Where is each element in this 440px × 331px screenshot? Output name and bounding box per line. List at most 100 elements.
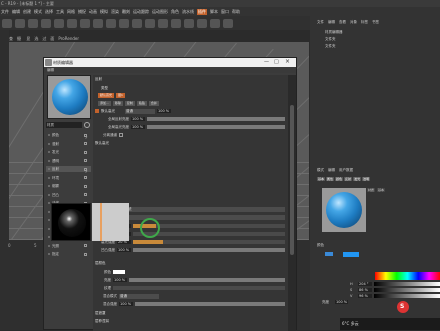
channel-checked-icon[interactable]: ✓ <box>84 133 88 140</box>
layer-op-button[interactable]: 粘贴 <box>136 101 147 106</box>
maximize-icon[interactable]: □ <box>274 59 279 65</box>
channel-item[interactable]: 透明 <box>46 158 91 164</box>
pen-icon[interactable] <box>145 18 155 28</box>
channel-checkbox[interactable] <box>84 176 87 179</box>
channel-checkbox[interactable] <box>84 193 87 196</box>
menu-item[interactable]: 工具 <box>56 9 64 15</box>
channel-checked-icon[interactable]: ✓ <box>84 167 88 174</box>
x-axis-icon[interactable] <box>67 18 77 28</box>
floor-icon[interactable] <box>197 18 207 28</box>
atten-select[interactable]: 添加 <box>113 214 285 220</box>
menu-item[interactable]: 选择 <box>45 9 53 15</box>
render-icon[interactable] <box>119 18 129 28</box>
menu-item[interactable]: 流水线 <box>182 9 194 15</box>
refresh-icon[interactable] <box>84 122 90 128</box>
channel-item[interactable]: 反射 ✓ <box>46 166 91 174</box>
light-icon[interactable] <box>223 18 233 28</box>
sep-pass-checkbox[interactable] <box>119 133 123 137</box>
layer-mode-select[interactable]: 普通 <box>125 108 155 114</box>
menu-item[interactable]: 捕捉 <box>78 9 86 15</box>
object-manager-tab[interactable]: 查看 <box>339 20 346 26</box>
spec-param-slider[interactable] <box>133 248 285 252</box>
attr-side-button[interactable]: 材质 <box>367 188 376 192</box>
undo-icon[interactable] <box>2 18 12 28</box>
color-swatch-large[interactable] <box>343 252 359 257</box>
object-row[interactable]: 文件夹 <box>325 37 336 42</box>
menu-item[interactable]: 编辑 <box>12 9 20 15</box>
channel-item[interactable]: 凹凸 <box>46 192 91 198</box>
layer-visibility-icon[interactable] <box>95 109 99 113</box>
global-reflect-value[interactable]: 100 % <box>131 117 145 121</box>
attr-side-button[interactable]: 基本 <box>377 188 386 192</box>
redo-icon[interactable] <box>15 18 25 28</box>
channel-item[interactable]: 颜色 ✓ <box>46 132 91 140</box>
color-slider-value[interactable]: 204 ° <box>358 281 372 286</box>
attr-manager-tab[interactable]: 编辑 <box>328 168 335 173</box>
menu-item[interactable]: 运动图形 <box>152 9 168 15</box>
global-spec-value[interactable]: 100 % <box>131 125 145 129</box>
move-tool-icon[interactable] <box>28 18 38 28</box>
attr-subtab[interactable]: 透明 <box>362 177 371 181</box>
render-view-icon[interactable] <box>106 18 116 28</box>
layer-value[interactable]: 100 % <box>157 109 171 113</box>
channel-checkbox[interactable] <box>84 142 87 145</box>
channel-item[interactable]: 烟雾 <box>46 183 91 189</box>
layer-op-button[interactable]: 复制 <box>124 101 135 106</box>
menu-item[interactable]: 帮助 <box>232 9 240 15</box>
layer-op-button[interactable]: 移除 <box>112 101 123 106</box>
menu-item[interactable]: 动画 <box>89 9 97 15</box>
layer-op-button[interactable]: 添加... <box>98 101 111 106</box>
channel-item[interactable]: 环境 <box>46 175 91 181</box>
layer-op-button[interactable]: 合并 <box>148 101 159 106</box>
layer-bright-slider[interactable] <box>129 278 285 282</box>
mask-section[interactable]: 层遮罩 <box>95 311 106 316</box>
channel-item[interactable]: 指定 <box>46 251 91 257</box>
layer-bright-value[interactable]: 100 % <box>113 278 127 282</box>
spec-type-select[interactable]: 高光 - 传统 <box>113 206 285 212</box>
mix-strength-slider[interactable] <box>135 302 285 306</box>
channel-item[interactable]: 发光 <box>46 149 91 155</box>
brightness-value[interactable]: 100 % <box>335 300 349 304</box>
color-slider-track[interactable] <box>374 281 440 286</box>
menu-item[interactable]: 插件 <box>197 8 207 15</box>
color-slider-value[interactable]: 96 % <box>358 293 372 298</box>
spec-param-value[interactable]: 100 % <box>117 248 131 252</box>
attr-subtab[interactable]: 发光 <box>353 177 362 181</box>
attr-subtab[interactable]: 基本 <box>317 177 326 181</box>
camera-icon[interactable] <box>210 18 220 28</box>
array-icon[interactable] <box>171 18 181 28</box>
texture-slot[interactable] <box>113 286 285 290</box>
weather-text[interactable]: 6°C 多云 <box>342 321 359 327</box>
menu-item[interactable]: 模拟 <box>100 9 108 15</box>
channel-item[interactable]: 光照 <box>46 243 91 249</box>
channel-item[interactable]: 漫射 <box>46 141 91 147</box>
y-axis-icon[interactable] <box>80 18 90 28</box>
color-slider-track[interactable] <box>374 293 440 298</box>
deformer-icon[interactable] <box>184 18 194 28</box>
menu-item[interactable]: 窗口 <box>221 9 229 15</box>
object-manager-tab[interactable]: 文件 <box>317 20 324 26</box>
fresnel-section[interactable]: 层菲涅耳 <box>95 319 109 324</box>
object-manager-tab[interactable]: 书签 <box>372 20 379 26</box>
object-manager-tab[interactable]: 编辑 <box>328 20 335 26</box>
global-spec-slider[interactable] <box>147 125 285 129</box>
attr-subtab[interactable]: 属性 <box>326 177 335 181</box>
channel-checkbox[interactable] <box>84 244 87 247</box>
cube-icon[interactable] <box>132 18 142 28</box>
z-axis-icon[interactable] <box>93 18 103 28</box>
attr-manager-tab[interactable]: 用户数据 <box>339 168 353 173</box>
channel-checkbox[interactable] <box>84 252 87 256</box>
menu-item[interactable]: 创建 <box>23 9 31 15</box>
menu-item[interactable]: 模式 <box>34 9 42 15</box>
layer-tab-default-spec[interactable]: 默认高光 <box>98 93 115 98</box>
color-slider-value[interactable]: 86 % <box>358 287 372 292</box>
channel-checkbox[interactable] <box>84 159 87 162</box>
rotate-tool-icon[interactable] <box>54 18 64 28</box>
menu-item[interactable]: 雕刻 <box>122 9 130 15</box>
hue-spectrum[interactable] <box>375 272 440 280</box>
color-slider-track[interactable] <box>374 287 440 292</box>
menu-item[interactable]: 运动跟踪 <box>133 9 149 15</box>
menu-item[interactable]: 角色 <box>171 9 179 15</box>
menu-item[interactable]: 脚本 <box>210 9 218 15</box>
attr-manager-tab[interactable]: 模式 <box>317 168 324 173</box>
